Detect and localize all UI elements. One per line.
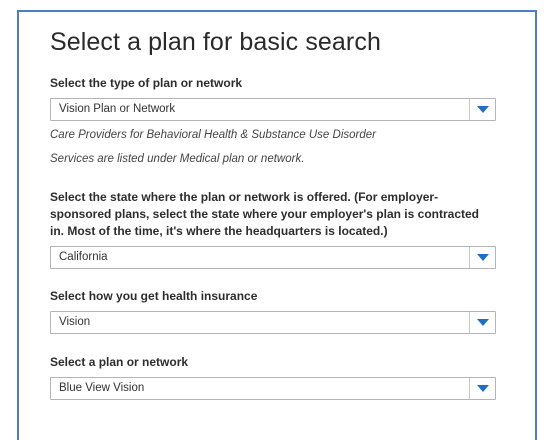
plan-type-value: Vision Plan or Network	[59, 103, 176, 115]
state-value: California	[59, 251, 108, 263]
insurance-source-value: Vision	[59, 316, 91, 328]
plan-selection-panel: Select a plan for basic search Select th…	[17, 10, 537, 440]
insurance-source-dropdown-button[interactable]	[469, 312, 495, 333]
page-title: Select a plan for basic search	[50, 28, 381, 56]
plan-type-select[interactable]: Vision Plan or Network	[50, 98, 496, 121]
state-select[interactable]: California	[50, 246, 496, 269]
state-dropdown-button[interactable]	[469, 247, 495, 268]
plan-dropdown-button[interactable]	[469, 378, 495, 399]
chevron-down-icon	[477, 106, 489, 113]
chevron-down-icon	[477, 254, 489, 261]
plan-select[interactable]: Blue View Vision	[50, 377, 496, 400]
plan-type-note-line2: Services are listed under Medical plan o…	[50, 153, 305, 165]
insurance-source-label: Select how you get health insurance	[50, 289, 258, 303]
plan-type-dropdown-button[interactable]	[469, 99, 495, 120]
insurance-source-select[interactable]: Vision	[50, 311, 496, 334]
plan-value: Blue View Vision	[59, 382, 145, 394]
chevron-down-icon	[477, 385, 489, 392]
plan-type-note-line1: Care Providers for Behavioral Health & S…	[50, 129, 376, 141]
state-label: Select the state where the plan or netwo…	[50, 190, 479, 238]
chevron-down-icon	[477, 319, 489, 326]
plan-label: Select a plan or network	[50, 355, 189, 369]
plan-type-label: Select the type of plan or network	[50, 76, 243, 90]
